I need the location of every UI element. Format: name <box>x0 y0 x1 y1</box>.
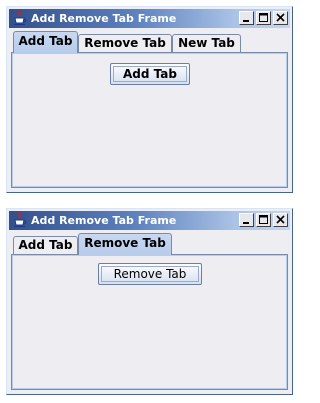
tab-label: Add Tab <box>18 238 73 252</box>
tab-new[interactable]: New Tab <box>172 34 241 52</box>
button-label: Add Tab <box>123 67 177 81</box>
minimize-icon <box>243 222 249 224</box>
button-label: Remove Tab <box>113 267 187 281</box>
tab-label: Remove Tab <box>84 236 166 250</box>
tab-add[interactable]: Add Tab <box>13 31 78 53</box>
tab-strip: Add Tab Remove Tab New Tab <box>11 31 288 53</box>
close-button[interactable] <box>273 11 288 25</box>
remove-tab-button[interactable]: Remove Tab <box>98 263 202 285</box>
close-icon <box>276 215 285 224</box>
tab-label: Remove Tab <box>84 36 166 50</box>
app-window: Add Remove Tab Frame Add Tab Remove Tab … <box>6 208 293 395</box>
minimize-icon <box>243 20 249 22</box>
window-title: Add Remove Tab Frame <box>31 12 177 25</box>
tab-add[interactable]: Add Tab <box>13 236 78 254</box>
java-cup-icon <box>14 10 27 25</box>
maximize-button[interactable] <box>256 213 271 227</box>
tab-remove[interactable]: Remove Tab <box>78 34 172 52</box>
maximize-icon <box>259 215 268 224</box>
maximize-icon <box>259 13 268 22</box>
java-cup-icon <box>14 212 27 227</box>
minimize-button[interactable] <box>239 11 254 25</box>
close-button[interactable] <box>273 213 288 227</box>
add-tab-button[interactable]: Add Tab <box>110 63 190 85</box>
minimize-button[interactable] <box>239 213 254 227</box>
app-window: Add Remove Tab Frame Add Tab Remove Tab … <box>6 6 293 193</box>
maximize-button[interactable] <box>256 11 271 25</box>
tab-content-panel: Remove Tab <box>11 254 288 390</box>
title-bar[interactable]: Add Remove Tab Frame <box>9 9 290 28</box>
title-bar[interactable]: Add Remove Tab Frame <box>9 211 290 230</box>
tab-label: New Tab <box>178 36 235 50</box>
tab-content-panel: Add Tab <box>11 52 288 188</box>
tab-label: Add Tab <box>18 34 73 48</box>
close-icon <box>276 13 285 22</box>
tab-strip: Add Tab Remove Tab <box>11 233 288 255</box>
tab-remove[interactable]: Remove Tab <box>78 233 172 255</box>
window-title: Add Remove Tab Frame <box>31 214 177 227</box>
